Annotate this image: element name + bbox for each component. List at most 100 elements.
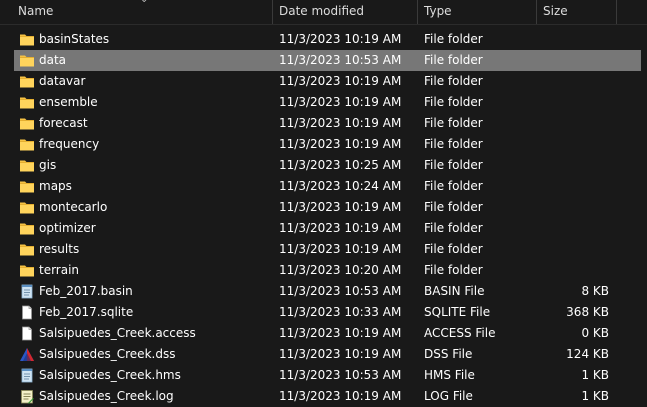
file-row[interactable]: Feb_2017.basin 11/3/2023 10:53 AM BASIN … [0, 281, 647, 302]
file-row[interactable]: maps 11/3/2023 10:24 AM File folder [0, 176, 647, 197]
file-type: DSS File [424, 347, 473, 361]
file-name: results [39, 242, 80, 256]
folder-icon [19, 158, 35, 173]
file-type: File folder [424, 53, 483, 67]
file-size: 1 KB [581, 368, 609, 382]
file-date: 11/3/2023 10:33 AM [279, 305, 402, 319]
file-size [530, 197, 609, 218]
file-type: File folder [424, 179, 483, 193]
folder-icon [19, 32, 35, 47]
column-header-name[interactable]: Name [18, 0, 53, 24]
file-row[interactable]: Salsipuedes_Creek.dss 11/3/2023 10:19 AM… [0, 344, 647, 365]
column-header-size[interactable]: Size [543, 0, 568, 24]
file-row[interactable]: gis 11/3/2023 10:25 AM File folder [0, 155, 647, 176]
file-date: 11/3/2023 10:20 AM [279, 263, 402, 277]
file-type: LOG File [424, 389, 473, 403]
file-name: gis [39, 158, 57, 172]
file-size: 8 KB [581, 284, 609, 298]
folder-icon [19, 263, 35, 278]
file-type: File folder [424, 158, 483, 172]
file-size: 368 KB [566, 305, 609, 319]
file-row[interactable]: Salsipuedes_Creek.access 11/3/2023 10:19… [0, 323, 647, 344]
file-name: ensemble [39, 95, 98, 109]
file-name: frequency [39, 137, 100, 151]
file-type: File folder [424, 263, 483, 277]
file-date: 11/3/2023 10:19 AM [279, 32, 402, 46]
file-type: File folder [424, 200, 483, 214]
file-name: montecarlo [39, 200, 108, 214]
file-date: 11/3/2023 10:53 AM [279, 53, 402, 67]
file-date: 11/3/2023 10:19 AM [279, 242, 402, 256]
file-size: 124 KB [566, 347, 609, 361]
file-row[interactable]: frequency 11/3/2023 10:19 AM File folder [0, 134, 647, 155]
file-name: Salsipuedes_Creek.access [39, 326, 196, 340]
file-name: Salsipuedes_Creek.log [39, 389, 174, 403]
column-header: Name ⌄ Date modified Type Size [0, 0, 647, 25]
file-row[interactable]: Salsipuedes_Creek.log 11/3/2023 10:19 AM… [0, 386, 647, 407]
folder-icon [19, 116, 35, 131]
file-date: 11/3/2023 10:25 AM [279, 158, 402, 172]
file-date: 11/3/2023 10:19 AM [279, 74, 402, 88]
file-size [530, 134, 609, 155]
file-size [530, 71, 609, 92]
file-size [530, 176, 609, 197]
file-type: File folder [424, 242, 483, 256]
column-separator[interactable] [272, 0, 273, 24]
file-explorer: Name ⌄ Date modified Type Size basinStat… [0, 0, 647, 407]
file-row[interactable]: datavar 11/3/2023 10:19 AM File folder [0, 71, 647, 92]
file-date: 11/3/2023 10:19 AM [279, 326, 402, 340]
file-date: 11/3/2023 10:53 AM [279, 284, 402, 298]
notepad-file-icon [19, 368, 35, 383]
folder-icon [19, 179, 35, 194]
file-date: 11/3/2023 10:19 AM [279, 200, 402, 214]
dss-file-icon [19, 347, 35, 362]
file-row[interactable]: montecarlo 11/3/2023 10:19 AM File folde… [0, 197, 647, 218]
folder-icon [19, 242, 35, 257]
file-date: 11/3/2023 10:24 AM [279, 179, 402, 193]
file-type: File folder [424, 221, 483, 235]
folder-icon [19, 200, 35, 215]
file-row-selected[interactable]: data 11/3/2023 10:53 AM File folder [0, 50, 647, 71]
file-name: forecast [39, 116, 88, 130]
file-list: basinStates 11/3/2023 10:19 AM File fold… [0, 29, 647, 407]
file-name: Feb_2017.sqlite [39, 305, 134, 319]
file-date: 11/3/2023 10:19 AM [279, 347, 402, 361]
file-name: Feb_2017.basin [39, 284, 133, 298]
file-size: 1 KB [581, 389, 609, 403]
file-row[interactable]: forecast 11/3/2023 10:19 AM File folder [0, 113, 647, 134]
file-row[interactable]: Feb_2017.sqlite 11/3/2023 10:33 AM SQLIT… [0, 302, 647, 323]
file-name: basinStates [39, 32, 110, 46]
column-separator[interactable] [616, 0, 617, 24]
file-row[interactable]: results 11/3/2023 10:19 AM File folder [0, 239, 647, 260]
file-name: terrain [39, 263, 80, 277]
column-header-date[interactable]: Date modified [279, 0, 364, 24]
column-header-type[interactable]: Type [424, 0, 452, 24]
file-row[interactable]: ensemble 11/3/2023 10:19 AM File folder [0, 92, 647, 113]
column-separator[interactable] [417, 0, 418, 24]
log-file-icon [19, 389, 35, 404]
file-name: data [39, 53, 67, 67]
file-size [530, 92, 609, 113]
file-row[interactable]: Salsipuedes_Creek.hms 11/3/2023 10:53 AM… [0, 365, 647, 386]
file-row[interactable]: terrain 11/3/2023 10:20 AM File folder [0, 260, 647, 281]
file-size [530, 50, 609, 71]
file-date: 11/3/2023 10:19 AM [279, 221, 402, 235]
column-separator[interactable] [536, 0, 537, 24]
file-size [530, 155, 609, 176]
file-type: ACCESS File [424, 326, 496, 340]
file-size [530, 218, 609, 239]
file-size [530, 113, 609, 134]
file-size [530, 29, 609, 50]
file-type: File folder [424, 32, 483, 46]
folder-icon [19, 95, 35, 110]
folder-icon [19, 221, 35, 236]
file-name: datavar [39, 74, 86, 88]
sort-caret-icon: ⌄ [140, 0, 148, 5]
file-date: 11/3/2023 10:19 AM [279, 137, 402, 151]
file-date: 11/3/2023 10:19 AM [279, 95, 402, 109]
file-type: File folder [424, 74, 483, 88]
file-row[interactable]: basinStates 11/3/2023 10:19 AM File fold… [0, 29, 647, 50]
file-date: 11/3/2023 10:53 AM [279, 368, 402, 382]
file-type: SQLITE File [424, 305, 491, 319]
file-row[interactable]: optimizer 11/3/2023 10:19 AM File folder [0, 218, 647, 239]
